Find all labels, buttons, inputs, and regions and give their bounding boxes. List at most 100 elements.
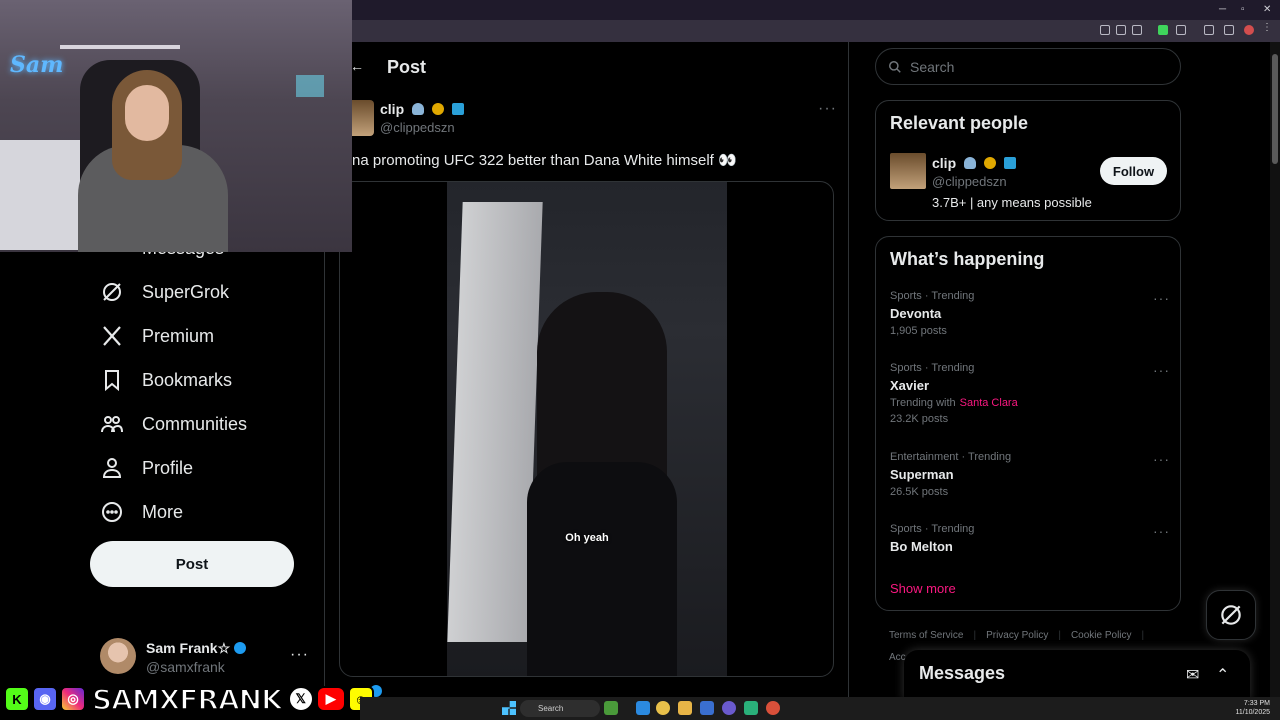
grok-button[interactable] <box>1206 590 1256 640</box>
chrome-icon[interactable] <box>656 701 670 715</box>
trend-item[interactable]: Entertainment · Trending Superman 26.5K … <box>890 451 1170 498</box>
account-switcher[interactable]: Sam Frank☆ @samxfrank ··· <box>100 638 315 678</box>
discord-icon: ◉ <box>32 686 58 712</box>
taskbar-date: 11/10/2025 <box>1235 709 1270 716</box>
relevant-people-panel: Relevant people clip @clippedszn 3.7B+ |… <box>875 100 1181 221</box>
grok-icon <box>103 283 121 301</box>
account-handle: @samxfrank <box>146 659 225 675</box>
trend-meta: Sports · Trending <box>890 290 975 302</box>
maximize-icon[interactable]: ▫ <box>1241 4 1245 15</box>
trend-count: 26.5K posts <box>890 486 949 498</box>
nav-item-label: Communities <box>142 413 248 434</box>
trend-meta: Entertainment · Trending <box>890 451 1012 463</box>
folder-icon[interactable] <box>678 701 692 715</box>
ufo-emoji-icon <box>964 157 977 169</box>
relevant-person-handle[interactable]: @clippedszn <box>932 174 1007 189</box>
expand-up-icon[interactable]: ⌃ <box>1216 665 1229 685</box>
page-scrollbar[interactable] <box>1270 42 1280 697</box>
trend-item[interactable]: Sports · Trending Xavier Trending with Sa… <box>890 362 1170 425</box>
trend-more-icon[interactable]: ··· <box>1153 523 1170 539</box>
puzzle-icon[interactable] <box>1176 25 1186 35</box>
search-input[interactable]: Search <box>875 48 1181 85</box>
sidepanel-icon[interactable] <box>1204 25 1214 35</box>
browser-toolbar: ⋮ <box>352 20 1280 42</box>
store-icon[interactable] <box>700 701 714 715</box>
nav-item-communities[interactable]: Communities <box>100 409 247 439</box>
trend-item[interactable]: Sports · Trending Bo Melton ··· <box>890 523 1170 554</box>
nav-item-label: Bookmarks <box>142 369 233 390</box>
author-avatar[interactable] <box>350 100 374 136</box>
streamer-brand: SAMXFRANK <box>91 682 284 717</box>
video-player[interactable]: Oh yeah <box>447 182 727 676</box>
star-icon[interactable] <box>1132 25 1142 35</box>
person-icon <box>102 458 122 478</box>
verified-gold-badge-icon <box>983 157 996 169</box>
zoom-icon[interactable] <box>1116 25 1126 35</box>
affiliate-badge-icon <box>451 103 464 115</box>
taskbar-search[interactable]: Search <box>520 700 600 717</box>
nav-item-supergrok[interactable]: SuperGrok <box>100 277 229 307</box>
obs-icon[interactable] <box>744 701 758 715</box>
back-arrow-icon[interactable]: ← <box>350 58 364 74</box>
trend-title: Xavier <box>890 378 930 393</box>
page-title: Post <box>387 57 427 77</box>
account-name: Sam Frank☆ <box>146 640 231 656</box>
nav-item-premium[interactable]: Premium <box>100 321 214 351</box>
windows-start-icon[interactable] <box>502 701 516 715</box>
menu-icon[interactable]: ⋮ <box>1262 22 1272 33</box>
trend-item[interactable]: Sports · Trending Devonta 1,905 posts ··… <box>890 290 1170 337</box>
streamer-social-bar: K ◉ ◎ SAMXFRANK 𝕏 ▶ ☺ <box>4 682 374 717</box>
chrome-icon[interactable] <box>766 701 780 715</box>
grok-icon <box>1221 605 1241 625</box>
trend-more-icon[interactable]: ··· <box>1153 451 1170 467</box>
nav-item-more[interactable]: More <box>100 497 183 527</box>
trend-title: Superman <box>890 467 954 482</box>
trend-with-link[interactable]: Santa Clara <box>960 397 1018 409</box>
post-text: na promoting UFC 322 better than Dana Wh… <box>352 152 737 169</box>
nav-item-bookmarks[interactable]: Bookmarks <box>100 365 232 395</box>
webcam-overlay: Sam <box>0 0 352 252</box>
trend-meta: Sports · Trending <box>890 362 975 374</box>
downloads-icon[interactable] <box>1224 25 1234 35</box>
more-circle-icon <box>102 502 122 522</box>
trend-count: 1,905 posts <box>890 325 947 337</box>
kick-icon: K <box>4 686 30 712</box>
discord-icon[interactable] <box>722 701 736 715</box>
affiliate-badge-icon <box>1003 157 1016 169</box>
author-name[interactable]: clip <box>380 101 404 117</box>
minimize-icon[interactable]: ─ <box>1219 4 1226 15</box>
trend-count: 23.2K posts <box>890 413 949 425</box>
browser-tabstrip <box>352 0 1280 20</box>
close-icon[interactable]: ✕ <box>1263 4 1271 15</box>
trend-more-icon[interactable]: ··· <box>1153 290 1170 306</box>
search-icon <box>889 60 901 73</box>
trend-more-icon[interactable]: ··· <box>1153 362 1170 378</box>
show-more-link[interactable]: Show more <box>890 581 956 596</box>
relevant-person-name[interactable]: clip <box>932 155 956 171</box>
taskbar-search-label: Search <box>538 704 564 713</box>
author-handle[interactable]: @clippedszn <box>380 120 455 135</box>
profile-icon[interactable] <box>1244 25 1254 35</box>
extension-icon[interactable] <box>1158 25 1168 35</box>
edge-icon[interactable] <box>636 701 650 715</box>
footer-link[interactable]: Terms of Service <box>889 630 963 641</box>
cast-icon[interactable] <box>1100 25 1110 35</box>
follow-button[interactable]: Follow <box>1100 157 1167 185</box>
compose-post-button[interactable]: Post <box>90 541 294 587</box>
account-more-icon[interactable]: ··· <box>290 646 309 664</box>
footer-link[interactable]: Cookie Policy <box>1071 630 1132 641</box>
post-more-icon[interactable]: ··· <box>818 100 837 118</box>
taskbar-time: 7:33 PM <box>1243 700 1270 707</box>
footer-link[interactable]: Privacy Policy <box>986 630 1048 641</box>
taskbar-app-icon[interactable] <box>604 701 618 715</box>
post-media[interactable]: Oh yeah <box>339 181 834 677</box>
messages-drawer-title: Messages <box>919 663 1006 683</box>
trend-title: Devonta <box>890 306 942 321</box>
new-message-icon[interactable]: ✉ <box>1186 665 1199 685</box>
nav-item-label: More <box>142 501 184 522</box>
relevant-person-avatar[interactable] <box>890 153 926 189</box>
trend-title: Bo Melton <box>890 539 953 554</box>
nav-item-profile[interactable]: Profile <box>100 453 193 483</box>
scrollbar-thumb[interactable] <box>1272 54 1278 164</box>
messages-drawer[interactable]: Messages ✉ ⌃ <box>904 650 1250 700</box>
